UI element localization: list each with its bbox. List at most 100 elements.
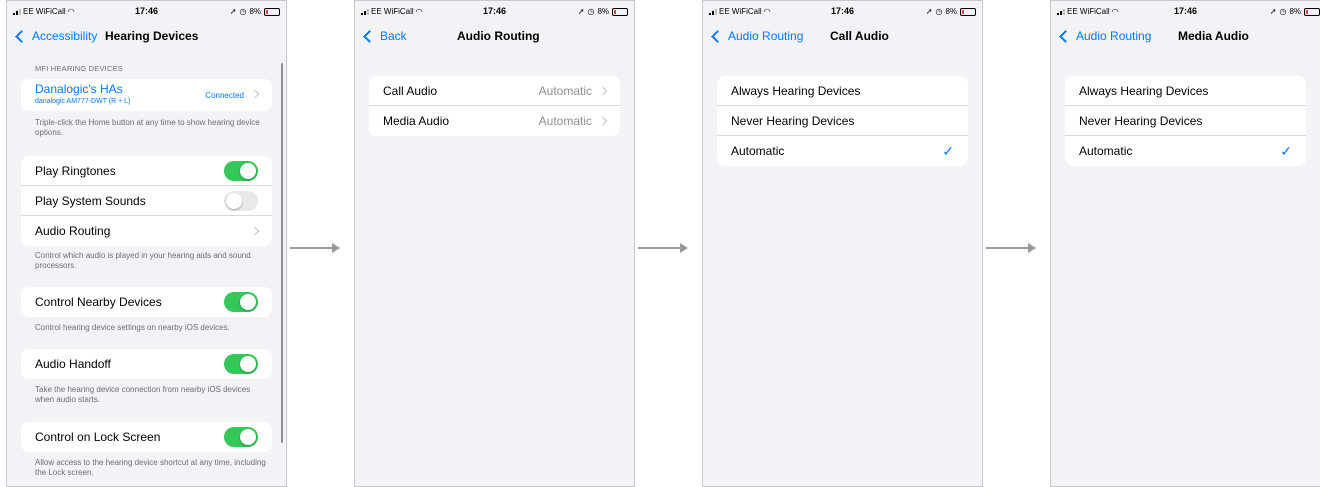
- routing-footer: Control which audio is played in your he…: [35, 251, 251, 270]
- device-group: Danalogic's HAs danalogic AM777-DWT (R +…: [21, 79, 272, 111]
- audio-handoff-row: Audio Handoff: [21, 349, 272, 379]
- status-right: ➚ ◷ 8%: [230, 7, 280, 16]
- option-label: Never Hearing Devices: [731, 113, 855, 128]
- option-label: Always Hearing Devices: [1079, 83, 1209, 98]
- option-label: Never Hearing Devices: [1079, 113, 1203, 128]
- control-nearby-toggle[interactable]: [224, 292, 258, 312]
- nav-bar: Accessibility Hearing Devices: [7, 27, 286, 47]
- back-label: Accessibility: [32, 29, 98, 43]
- audio-routing-row[interactable]: Audio Routing: [21, 216, 272, 246]
- battery-icon: [1304, 7, 1320, 16]
- handoff-footer: Take the hearing device connection from …: [35, 385, 251, 404]
- checkmark-icon: ✓: [942, 142, 954, 159]
- alarm-icon: ◷: [1279, 7, 1287, 16]
- media-audio-options: Always Hearing Devices Never Hearing Dev…: [1065, 76, 1306, 166]
- battery-percent: 8%: [597, 7, 609, 16]
- alarm-icon: ◷: [587, 7, 595, 16]
- status-bar: EE WiFiCall ◠ 17:46 ➚ ◷ 8%: [355, 5, 634, 19]
- option-label: Automatic: [1079, 144, 1133, 158]
- device-status: Connected: [205, 91, 244, 100]
- battery-icon: [612, 7, 628, 16]
- option-never[interactable]: Never Hearing Devices: [717, 106, 968, 136]
- handoff-group: Audio Handoff: [21, 349, 272, 379]
- chevron-right-icon: [250, 226, 260, 236]
- scrollbar[interactable]: [281, 63, 283, 443]
- arrow-right-icon: [986, 243, 1036, 253]
- call-audio-value: Automatic: [538, 83, 592, 98]
- nav-bar: Back Audio Routing: [355, 27, 634, 47]
- status-bar: EE WiFiCall ◠ 17:46 ➚ ◷ 8%: [703, 5, 982, 19]
- settings-group: Play Ringtones Play System Sounds Audio …: [21, 156, 272, 246]
- battery-icon: [264, 7, 280, 16]
- media-audio-label: Media Audio: [383, 114, 450, 128]
- back-label: Back: [380, 29, 407, 43]
- option-never[interactable]: Never Hearing Devices: [1065, 106, 1306, 136]
- routing-group: Call Audio Automatic Media Audio Automat…: [369, 76, 620, 136]
- arrow-right-icon: [290, 243, 340, 253]
- play-ringtones-toggle[interactable]: [224, 160, 258, 181]
- back-label: Audio Routing: [1076, 29, 1152, 43]
- play-ringtones-row: Play Ringtones: [21, 156, 272, 186]
- screen-call-audio: EE WiFiCall ◠ 17:46 ➚ ◷ 8% Audio Routing…: [702, 0, 983, 487]
- checkmark-icon: ✓: [1280, 142, 1292, 159]
- audio-handoff-toggle[interactable]: [224, 354, 258, 374]
- battery-percent: 8%: [1289, 7, 1301, 16]
- back-button[interactable]: Audio Routing: [711, 29, 803, 43]
- device-row[interactable]: Danalogic's HAs danalogic AM777-DWT (R +…: [21, 79, 272, 111]
- battery-percent: 8%: [945, 7, 957, 16]
- play-system-sounds-row: Play System Sounds: [21, 186, 272, 216]
- lock-screen-label: Control on Lock Screen: [35, 430, 161, 444]
- call-audio-options: Always Hearing Devices Never Hearing Dev…: [717, 76, 968, 166]
- status-bar: EE WiFiCall ◠ 17:46 ➚ ◷ 8%: [1051, 5, 1320, 19]
- status-bar: EE WiFiCall ◠ 17:46 ➚ ◷ 8%: [7, 5, 286, 19]
- page-title: Media Audio: [1178, 29, 1249, 43]
- screen-media-audio: EE WiFiCall ◠ 17:46 ➚ ◷ 8% Audio Routing…: [1050, 0, 1320, 487]
- call-audio-row[interactable]: Call Audio Automatic: [369, 76, 620, 106]
- lock-screen-toggle[interactable]: [224, 427, 258, 447]
- back-button[interactable]: Audio Routing: [1059, 29, 1151, 43]
- lock-group: Control on Lock Screen: [21, 422, 272, 452]
- back-button[interactable]: Back: [363, 29, 407, 43]
- option-always[interactable]: Always Hearing Devices: [717, 76, 968, 106]
- page-title: Audio Routing: [457, 29, 540, 43]
- device-footer: Triple-click the Home button at any time…: [35, 118, 260, 137]
- alarm-icon: ◷: [935, 7, 943, 16]
- location-icon: ➚: [925, 7, 933, 16]
- location-icon: ➚: [229, 7, 237, 16]
- play-system-sounds-toggle[interactable]: [224, 190, 258, 211]
- section-header-mfi: MFI HEARING DEVICES: [35, 64, 123, 73]
- back-button[interactable]: Accessibility: [15, 29, 97, 43]
- status-right: ➚ ◷ 8%: [578, 7, 628, 16]
- alarm-icon: ◷: [239, 7, 247, 16]
- chevron-left-icon: [363, 29, 376, 43]
- location-icon: ➚: [1269, 7, 1277, 16]
- page-title: Hearing Devices: [105, 29, 199, 43]
- chevron-right-icon: [598, 116, 608, 126]
- back-label: Audio Routing: [728, 29, 804, 43]
- option-always[interactable]: Always Hearing Devices: [1065, 76, 1306, 106]
- screen-hearing-devices: EE WiFiCall ◠ 17:46 ➚ ◷ 8% Accessibility…: [6, 0, 287, 487]
- chevron-left-icon: [15, 29, 28, 43]
- status-right: ➚ ◷ 8%: [1270, 7, 1320, 16]
- option-automatic[interactable]: Automatic ✓: [1065, 136, 1306, 166]
- media-audio-row[interactable]: Media Audio Automatic: [369, 106, 620, 136]
- battery-icon: [960, 7, 976, 16]
- location-icon: ➚: [577, 7, 585, 16]
- call-audio-label: Call Audio: [383, 83, 438, 98]
- audio-routing-label: Audio Routing: [35, 224, 111, 238]
- media-audio-value: Automatic: [538, 114, 592, 128]
- nav-bar: Audio Routing Call Audio: [703, 27, 982, 47]
- control-nearby-row: Control Nearby Devices: [21, 287, 272, 317]
- lock-footer: Allow access to the hearing device short…: [35, 458, 266, 477]
- option-automatic[interactable]: Automatic ✓: [717, 136, 968, 166]
- control-nearby-label: Control Nearby Devices: [35, 295, 162, 309]
- play-ringtones-label: Play Ringtones: [35, 163, 116, 178]
- nav-bar: Audio Routing Media Audio: [1051, 27, 1320, 47]
- option-label: Automatic: [731, 144, 785, 158]
- chevron-left-icon: [1059, 29, 1072, 43]
- nearby-footer: Control hearing device settings on nearb…: [35, 323, 230, 332]
- battery-percent: 8%: [249, 7, 261, 16]
- chevron-left-icon: [711, 29, 724, 43]
- page-title: Call Audio: [830, 29, 889, 43]
- nearby-group: Control Nearby Devices: [21, 287, 272, 317]
